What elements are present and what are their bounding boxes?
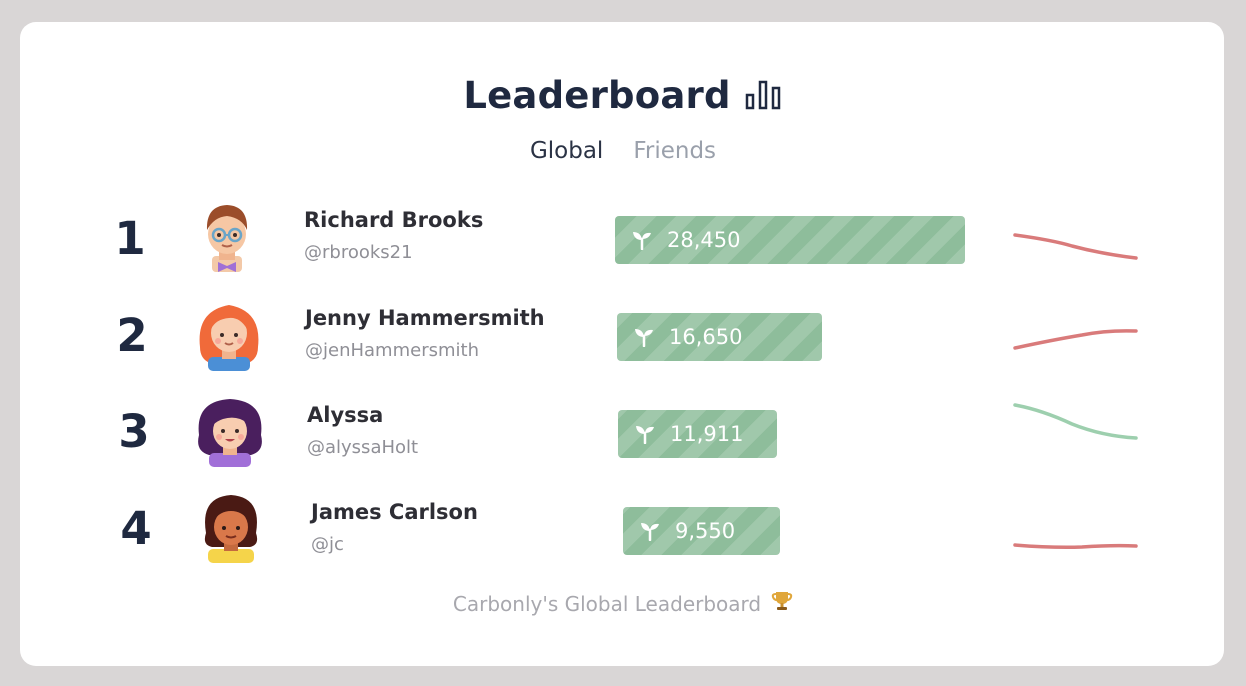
score-bar: 11,911	[618, 410, 777, 458]
rank-number: 2	[116, 309, 148, 362]
rank-number: 4	[120, 502, 152, 555]
score-bar: 16,650	[617, 313, 822, 361]
player-name: Alyssa	[307, 403, 384, 427]
bar-chart-icon	[745, 80, 783, 110]
score-bar: 28,450	[615, 216, 965, 264]
rank-number: 3	[118, 405, 150, 458]
player-name: James Carlson	[311, 500, 478, 524]
sprout-icon	[634, 424, 656, 444]
leaderboard-footer: Carbonly's Global Leaderboard	[0, 590, 1246, 617]
score-value: 28,450	[667, 228, 741, 252]
avatar	[192, 297, 266, 371]
leaderboard-tabs: Global Friends	[0, 138, 1246, 170]
score-bar: 9,550	[623, 507, 780, 555]
trend-line	[1013, 543, 1138, 549]
avatar	[190, 200, 264, 274]
footer-text: Carbonly's Global Leaderboard	[452, 591, 762, 616]
score-value: 11,911	[670, 422, 744, 446]
trophy-icon	[771, 590, 793, 617]
sprout-icon	[633, 327, 655, 347]
player-handle: @jc	[311, 534, 344, 555]
tab-global[interactable]: Global	[530, 138, 603, 170]
sprout-icon	[639, 521, 661, 541]
rank-number: 1	[114, 212, 146, 265]
player-handle: @jenHammersmith	[305, 340, 479, 361]
sprout-icon	[631, 230, 653, 250]
player-name: Jenny Hammersmith	[305, 306, 545, 330]
trend-line	[1013, 403, 1138, 440]
avatar	[193, 393, 267, 467]
avatar	[194, 489, 268, 563]
trend-line	[1013, 233, 1138, 260]
trend-line	[1013, 329, 1138, 350]
score-value: 9,550	[675, 519, 736, 543]
player-handle: @alyssaHolt	[307, 437, 419, 458]
title-text: Leaderboard	[463, 73, 731, 117]
page-title: Leaderboard	[0, 70, 1246, 120]
score-value: 16,650	[669, 325, 743, 349]
tab-friends[interactable]: Friends	[633, 138, 716, 170]
player-name: Richard Brooks	[304, 208, 484, 232]
player-handle: @rbrooks21	[304, 242, 413, 263]
